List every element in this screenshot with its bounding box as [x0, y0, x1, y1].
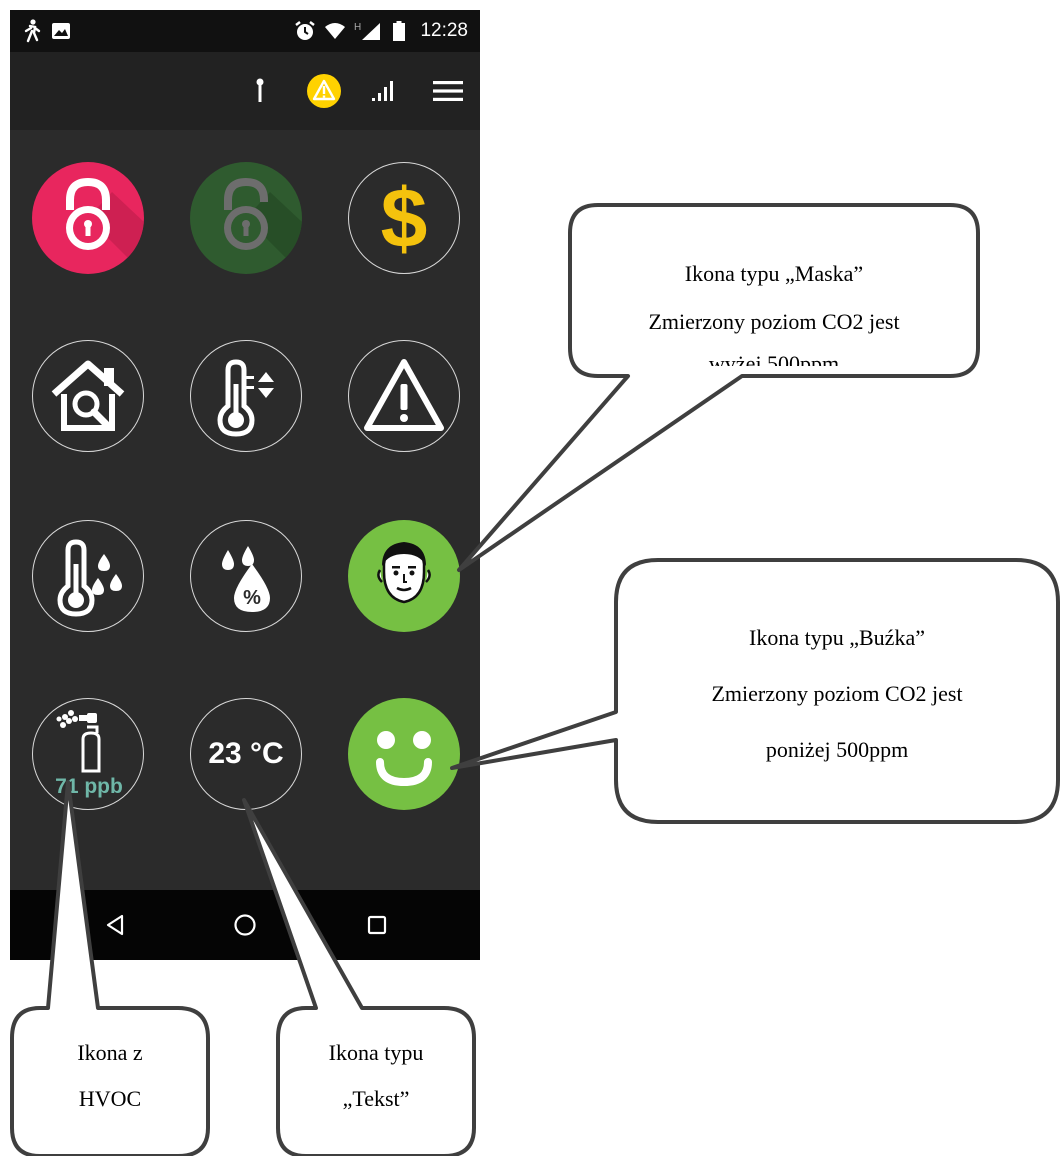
buzka-line2: Zmierzony poziom CO2 jest: [711, 681, 963, 706]
warning-triangle-icon: [361, 356, 447, 436]
maska-line2: Zmierzony poziom CO2 jest: [648, 309, 900, 334]
wifi-icon: [322, 10, 348, 52]
house-search-icon: [46, 354, 130, 438]
percent-label: %: [243, 587, 261, 609]
buzka-line3: poniżej 500ppm: [765, 737, 909, 762]
tekst-line1: Ikona typu: [328, 1040, 424, 1065]
warning-badge-icon[interactable]: [304, 52, 344, 130]
lock-open-icon: [190, 162, 302, 274]
temperature-adjust-tile[interactable]: [190, 340, 302, 452]
svg-text:H: H: [354, 22, 361, 33]
signal-icon: H: [352, 10, 386, 52]
hvoc-line2: HVOC: [78, 1086, 142, 1111]
clock: 12:28: [420, 20, 468, 41]
hvoc-callout: Ikona z HVOC: [14, 1030, 206, 1122]
recents-icon[interactable]: [352, 890, 402, 960]
lock-open-tile[interactable]: [190, 162, 302, 274]
phone-screen: H 12:28 $ % 71 ppb 23 °C: [10, 10, 480, 960]
navigation-bar: [10, 890, 480, 960]
walk-icon: [18, 10, 46, 52]
cost-tile[interactable]: $: [348, 162, 460, 274]
signal-strength-icon[interactable]: [368, 52, 398, 130]
dollar-icon: $: [364, 173, 444, 263]
buzka-callout: Ikona typu „Buźka” Zmierzony poziom CO2 …: [620, 610, 1054, 778]
temperature-humidity-tile[interactable]: [32, 520, 144, 632]
maska-line3: wyżej 500ppm: [708, 351, 840, 366]
temperature-text: 23 °C: [208, 737, 284, 770]
humidity-percent-icon: %: [204, 534, 288, 618]
mask-tile[interactable]: [348, 520, 460, 632]
thermometer-updown-icon: [204, 354, 288, 438]
battery-icon: [390, 10, 408, 52]
image-icon: [48, 10, 74, 52]
thermometer-drops-icon: [46, 534, 130, 618]
hvoc-value: 71 ppb: [55, 775, 123, 798]
alarm-icon: [292, 10, 318, 52]
text-temperature-tile[interactable]: 23 °C: [190, 698, 302, 810]
status-bar: H 12:28: [10, 10, 480, 52]
face-mask-icon: [364, 536, 444, 616]
maska-callout: Ikona typu „Maska” Zmierzony poziom CO2 …: [574, 250, 974, 366]
tekst-line2: „Tekst”: [342, 1086, 410, 1111]
sensor-icon[interactable]: [248, 52, 272, 130]
svg-text:$: $: [381, 173, 428, 263]
lock-closed-tile[interactable]: [32, 162, 144, 274]
smiley-icon: [348, 698, 460, 810]
maska-line1: Ikona typu „Maska”: [684, 261, 864, 286]
app-toolbar: [10, 52, 480, 130]
hvoc-line1: Ikona z: [77, 1040, 143, 1065]
humidity-tile[interactable]: %: [190, 520, 302, 632]
hvoc-tile[interactable]: 71 ppb: [32, 698, 144, 810]
tekst-callout: Ikona typu „Tekst”: [280, 1030, 472, 1122]
menu-icon[interactable]: [430, 52, 466, 130]
back-icon[interactable]: [90, 890, 140, 960]
alert-tile[interactable]: [348, 340, 460, 452]
home-icon[interactable]: [220, 890, 270, 960]
lock-closed-icon: [32, 162, 144, 274]
buzka-line1: Ikona typu „Buźka”: [749, 625, 925, 650]
smiley-tile[interactable]: [348, 698, 460, 810]
home-search-tile[interactable]: [32, 340, 144, 452]
